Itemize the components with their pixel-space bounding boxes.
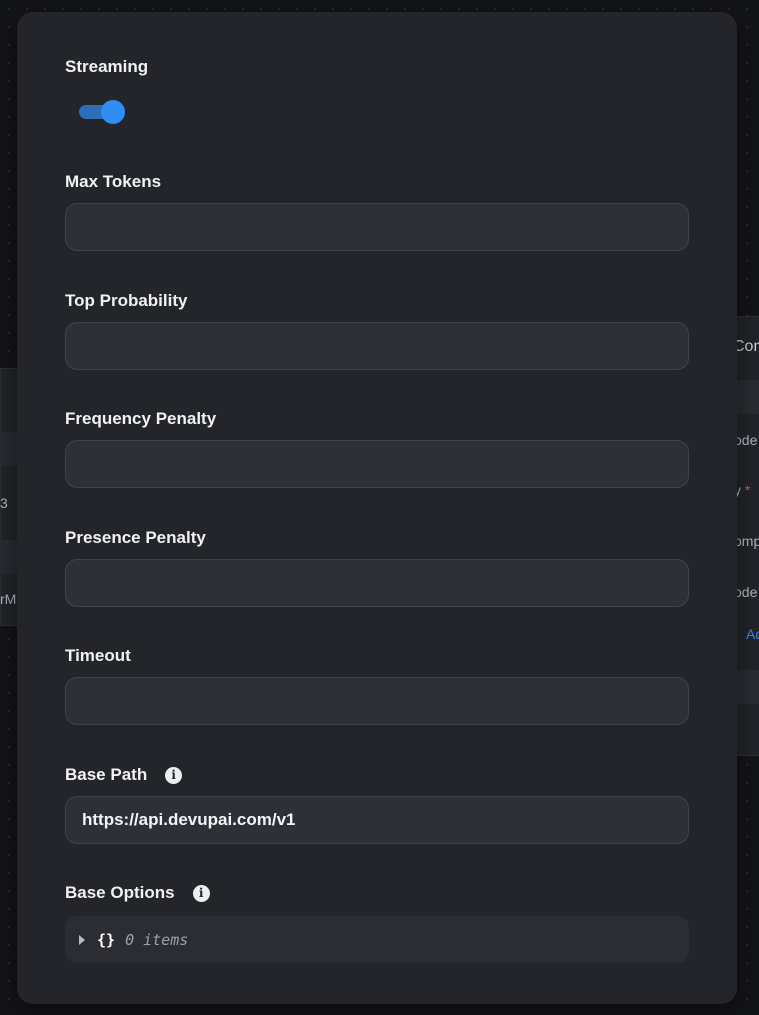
max-tokens-label: Max Tokens bbox=[65, 172, 162, 191]
item-count: 0 items bbox=[125, 930, 189, 949]
base-options-label-row: Base Options i bbox=[65, 883, 689, 903]
streaming-label: Streaming bbox=[65, 57, 149, 76]
max-tokens-input[interactable] bbox=[65, 203, 689, 251]
top-probability-field: Top Probability bbox=[65, 291, 689, 370]
base-path-label: Base Path bbox=[65, 765, 148, 784]
frequency-penalty-field: Frequency Penalty bbox=[65, 409, 689, 488]
max-tokens-field: Max Tokens bbox=[65, 172, 689, 251]
base-options-json-viewer: {} 0 items bbox=[65, 916, 689, 963]
background-text: 3 bbox=[0, 495, 8, 511]
timeout-input[interactable] bbox=[65, 677, 689, 725]
expand-caret-icon[interactable] bbox=[79, 934, 85, 945]
toggle-thumb bbox=[101, 100, 125, 124]
frequency-penalty-input[interactable] bbox=[65, 440, 689, 488]
top-probability-label: Top Probability bbox=[65, 291, 188, 310]
streaming-field: Streaming bbox=[65, 57, 689, 124]
base-path-field: Base Path i bbox=[65, 765, 689, 844]
base-options-field: Base Options i {} 0 items bbox=[65, 883, 689, 963]
frequency-penalty-label: Frequency Penalty bbox=[65, 409, 217, 428]
streaming-toggle[interactable] bbox=[79, 99, 125, 124]
timeout-field: Timeout bbox=[65, 646, 689, 725]
base-path-label-row: Base Path i bbox=[65, 765, 689, 785]
base-options-label: Base Options bbox=[65, 883, 175, 902]
background-text: ode bbox=[734, 584, 758, 600]
background-text: omp bbox=[734, 533, 759, 549]
timeout-label: Timeout bbox=[65, 646, 131, 665]
info-icon[interactable]: i bbox=[192, 884, 210, 902]
background-text: ode bbox=[734, 432, 758, 448]
presence-penalty-label: Presence Penalty bbox=[65, 528, 206, 547]
presence-penalty-field: Presence Penalty bbox=[65, 528, 689, 607]
presence-penalty-input[interactable] bbox=[65, 559, 689, 607]
info-icon[interactable]: i bbox=[165, 766, 183, 784]
base-path-input[interactable] bbox=[65, 796, 689, 844]
background-text: rM bbox=[0, 591, 17, 607]
object-braces: {} bbox=[97, 930, 116, 949]
background-link: Ad bbox=[746, 626, 759, 642]
top-probability-input[interactable] bbox=[65, 322, 689, 370]
additional-parameters-dialog: Streaming Max Tokens Top Probability Fre… bbox=[17, 12, 737, 1004]
